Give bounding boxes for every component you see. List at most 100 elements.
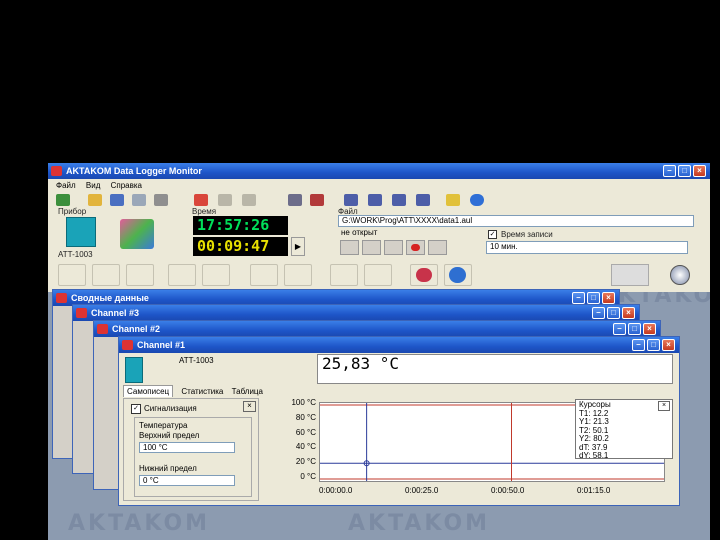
tab-statistics[interactable]: Статистика: [181, 387, 223, 396]
file-status: не открыт: [338, 228, 478, 239]
summary-title: Сводные данные: [71, 293, 149, 303]
zoom-region-icon[interactable]: [330, 264, 358, 286]
help-icon[interactable]: [446, 194, 460, 206]
channel3-title-bar[interactable]: Channel #3 – □ ×: [73, 305, 639, 321]
temperature-reading: 25,83 °С: [317, 354, 673, 384]
maximize-button[interactable]: □: [678, 165, 691, 177]
arrange-icon[interactable]: [416, 194, 430, 206]
connect-icon[interactable]: [56, 194, 70, 206]
y-tick-label: 80 °C: [295, 412, 316, 422]
save-as-icon[interactable]: [132, 194, 146, 206]
chart-area: 100 °C 80 °C 60 °C 40 °C 20 °C 0 °C 0:00:00.0…: [261, 398, 673, 501]
copy-icon[interactable]: [218, 194, 232, 206]
tab-table[interactable]: Таблица: [232, 387, 263, 396]
tab-recorder[interactable]: Самописец: [123, 385, 174, 397]
fit-horizontal-icon[interactable]: [284, 264, 312, 286]
time-group-label: Время: [192, 207, 217, 216]
close-button[interactable]: ×: [602, 292, 615, 304]
cursors-close-icon[interactable]: ×: [658, 401, 670, 411]
record-button[interactable]: [406, 240, 425, 255]
minimize-button[interactable]: –: [592, 307, 605, 319]
panel-close-icon[interactable]: ×: [243, 401, 256, 412]
thermometer-icon: [125, 357, 143, 383]
watermark-logo: AKTAKOM: [68, 511, 211, 536]
play-arrow-icon[interactable]: ▶: [291, 237, 305, 256]
upper-limit-label: Верхний предел: [139, 431, 200, 440]
close-button[interactable]: ×: [643, 323, 656, 335]
channel1-title-bar[interactable]: Channel #1 – □ ×: [119, 337, 679, 353]
tile-vertical-icon[interactable]: [368, 194, 382, 206]
device-connect-icon[interactable]: [120, 219, 154, 249]
main-title-bar[interactable]: AKTAKOM Data Logger Monitor – □ ×: [48, 163, 710, 179]
indicator-panel: [611, 264, 649, 286]
scroll-left-icon[interactable]: [92, 264, 120, 286]
y-tick-label: 40 °C: [295, 442, 316, 452]
delete-icon[interactable]: [194, 194, 208, 206]
paste-icon[interactable]: [242, 194, 256, 206]
watermark-logo: AKTAKOM: [348, 511, 491, 536]
y-tick-label: 60 °C: [295, 427, 316, 437]
minimize-button[interactable]: –: [613, 323, 626, 335]
maximize-button[interactable]: □: [628, 323, 641, 335]
eraser-icon[interactable]: [410, 264, 438, 286]
chart-view-icon[interactable]: [58, 264, 86, 286]
scroll-right-icon[interactable]: [126, 264, 154, 286]
menu-view[interactable]: Вид: [86, 181, 100, 190]
channel3-title: Channel #3: [91, 308, 140, 318]
info-icon[interactable]: [470, 194, 484, 206]
save-icon[interactable]: [110, 194, 124, 206]
file-path-field[interactable]: G:\WORK\Prog\ATT\XXXX\data1.aul: [338, 215, 694, 227]
close-button[interactable]: ×: [693, 165, 706, 177]
channel2-title-bar[interactable]: Channel #2 – □ ×: [94, 321, 660, 337]
open-folder-icon[interactable]: [88, 194, 102, 206]
stop-button[interactable]: [384, 240, 403, 255]
window-icon: [76, 308, 87, 318]
zoom-out-icon[interactable]: [202, 264, 230, 286]
clock-display: 17:57:26: [193, 216, 288, 235]
lower-limit-label: Нижний предел: [139, 464, 197, 473]
minimize-button[interactable]: –: [663, 165, 676, 177]
maximize-button[interactable]: □: [607, 307, 620, 319]
channel1-window: Channel #1 – □ × ATT-1003 25,83 °С Самоп…: [118, 336, 680, 506]
settings-icon[interactable]: [288, 194, 302, 206]
record-time-input[interactable]: 10 мин.: [486, 241, 688, 254]
maximize-button[interactable]: □: [587, 292, 600, 304]
y-tick-label: 0 °C: [300, 472, 316, 481]
maximize-button[interactable]: □: [647, 339, 660, 351]
x-tick-label: 0:00:25.0: [405, 486, 439, 495]
channel2-title: Channel #2: [112, 324, 161, 334]
zoom-reset-icon[interactable]: [364, 264, 392, 286]
zoom-in-icon[interactable]: [168, 264, 196, 286]
alarm-panel: ✓ Сигнализация × Температура Верхний пре…: [123, 398, 259, 501]
device-name: ATT-1003: [58, 250, 93, 259]
eject-button[interactable]: [428, 240, 447, 255]
window-title: AKTAKOM Data Logger Monitor: [66, 166, 202, 176]
channel1-device-name: ATT-1003: [179, 356, 214, 365]
tile-horizontal-icon[interactable]: [344, 194, 358, 206]
app-icon: [51, 166, 62, 176]
cascade-icon[interactable]: [392, 194, 406, 206]
cursor-value: dY: 58.1: [579, 451, 609, 460]
window-icon: [122, 340, 133, 350]
close-button[interactable]: ×: [662, 339, 675, 351]
minimize-button[interactable]: –: [632, 339, 645, 351]
temperature-group: Температура Верхний предел 100 °C Нижний…: [134, 417, 252, 497]
thermometer-icon[interactable]: [66, 217, 96, 247]
move-icon[interactable]: [444, 264, 472, 286]
play-button[interactable]: [340, 240, 359, 255]
record-time-checkbox[interactable]: ✓: [488, 230, 497, 239]
power-icon[interactable]: [670, 265, 690, 285]
alarm-checkbox[interactable]: ✓: [131, 404, 141, 414]
fit-vertical-icon[interactable]: [250, 264, 278, 286]
y-tick-label: 20 °C: [295, 457, 316, 467]
minimize-button[interactable]: –: [572, 292, 585, 304]
lower-limit-input[interactable]: 0 °C: [139, 475, 235, 486]
elapsed-display: 00:09:47: [193, 237, 288, 256]
upper-limit-input[interactable]: 100 °C: [139, 442, 235, 453]
pause-button[interactable]: [362, 240, 381, 255]
print-icon[interactable]: [154, 194, 168, 206]
alarm-icon[interactable]: [310, 194, 324, 206]
menu-help[interactable]: Справка: [111, 181, 142, 190]
close-button[interactable]: ×: [622, 307, 635, 319]
menu-file[interactable]: Файл: [56, 181, 76, 190]
